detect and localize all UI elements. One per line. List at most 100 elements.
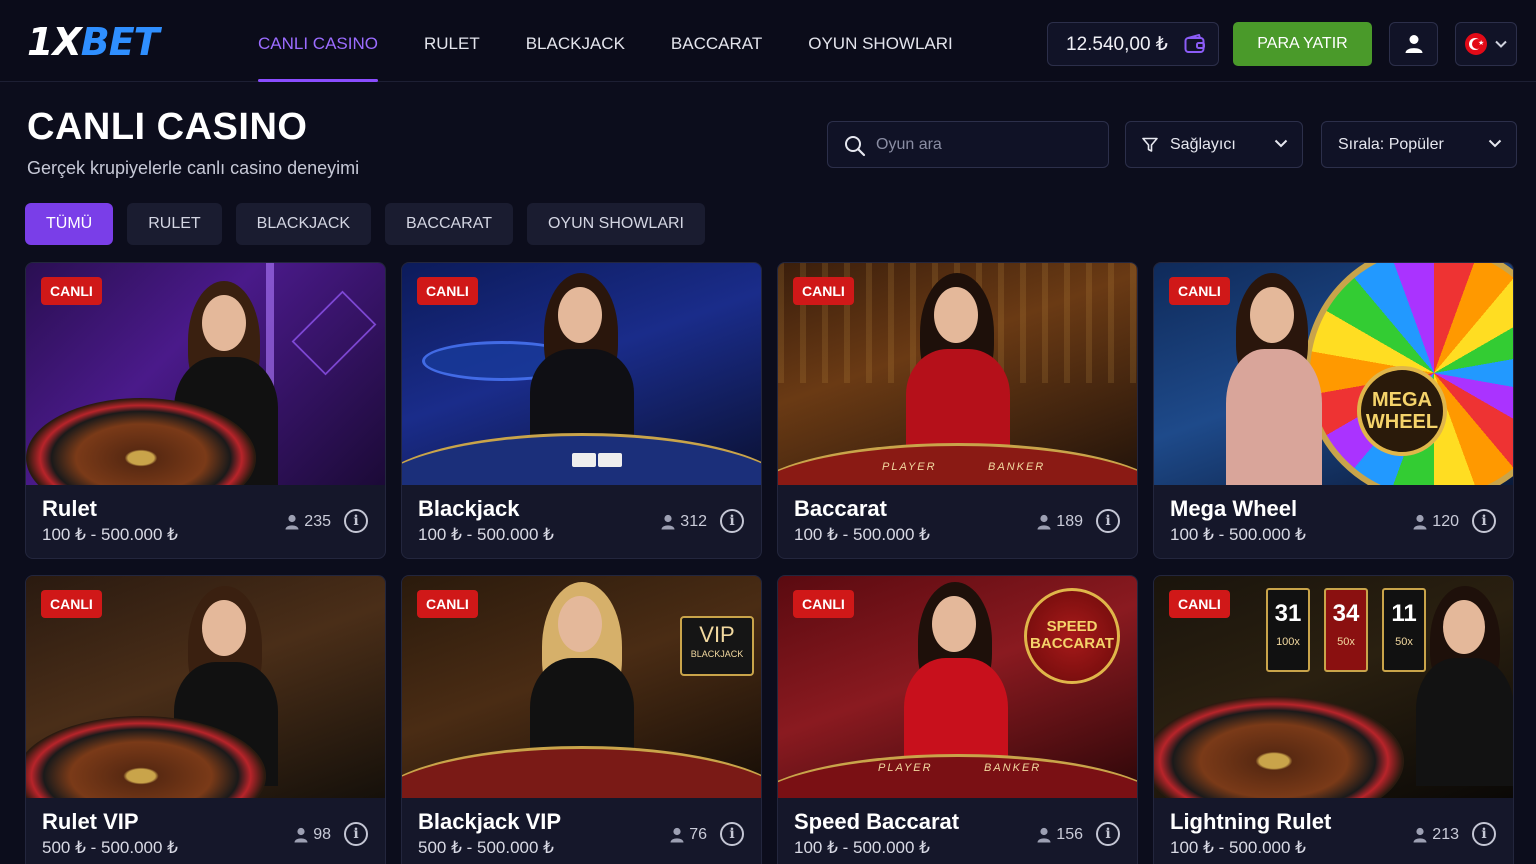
user-icon (1037, 827, 1051, 843)
chip-baccarat[interactable]: BACCARAT (385, 203, 513, 245)
scene-label-player: PLAYER (878, 762, 933, 774)
nav-item-rulet[interactable]: RULET (424, 0, 480, 82)
scene-label-wheel: WHEEL (1365, 411, 1439, 433)
player-count-value: 156 (1056, 826, 1083, 843)
player-count: 213 (1413, 826, 1459, 844)
game-card-rulet[interactable]: CANLI Rulet 100 ₺ - 500.000 ₺ 235 i (25, 262, 386, 559)
user-icon (285, 514, 299, 530)
info-icon[interactable]: i (1096, 509, 1120, 533)
game-title: Blackjack (418, 496, 520, 521)
game-title: Rulet (42, 496, 97, 521)
live-badge: CANLI (41, 277, 102, 305)
info-icon[interactable]: i (720, 509, 744, 533)
bet-range: 100 ₺ - 500.000 ₺ (794, 838, 930, 857)
multiplier-number: 34 (1332, 600, 1360, 627)
bet-range: 100 ₺ - 500.000 ₺ (1170, 525, 1306, 544)
game-title: Mega Wheel (1170, 496, 1298, 521)
nav-item-blackjack[interactable]: BLACKJACK (526, 0, 625, 82)
page-title: CANLI CASINO (27, 106, 308, 148)
bet-range: 100 ₺ - 500.000 ₺ (1170, 838, 1306, 857)
turkey-flag-icon: ★ (1465, 33, 1487, 55)
chevron-down-icon (1488, 139, 1502, 148)
game-card-baccarat[interactable]: PLAYER BANKER CANLI Baccarat 100 ₺ - 500… (777, 262, 1138, 559)
user-icon (670, 827, 684, 843)
info-icon[interactable]: i (720, 822, 744, 846)
game-card-blackjack-vip[interactable]: VIP BLACKJACK CANLI Blackjack VIP 500 ₺ … (401, 575, 762, 864)
player-count-value: 120 (1432, 513, 1459, 530)
user-icon (661, 514, 675, 530)
bet-range: 500 ₺ - 500.000 ₺ (418, 838, 554, 857)
wallet-icon (1184, 34, 1205, 53)
game-title: Baccarat (794, 496, 887, 521)
multiplier-value: 100x (1276, 636, 1300, 648)
user-icon (294, 827, 308, 843)
info-icon[interactable]: i (1472, 822, 1496, 846)
multiplier-number: 31 (1274, 600, 1302, 627)
live-badge: CANLI (1169, 277, 1230, 305)
scene-label-player: PLAYER (882, 461, 937, 473)
player-count: 98 (294, 826, 331, 844)
bet-range: 100 ₺ - 500.000 ₺ (42, 525, 178, 544)
game-title: Rulet VIP (42, 809, 139, 834)
user-account-button[interactable] (1389, 22, 1438, 66)
live-badge: CANLI (417, 590, 478, 618)
page-subtitle: Gerçek krupiyelerle canlı casino deneyim… (27, 158, 360, 178)
info-icon[interactable]: i (344, 822, 368, 846)
player-count: 235 (285, 513, 331, 531)
chevron-down-icon (1274, 139, 1288, 148)
player-count-value: 76 (689, 826, 707, 843)
user-icon (1405, 35, 1422, 53)
provider-filter-dropdown[interactable]: Sağlayıcı (1125, 121, 1303, 168)
top-header: 1XBET CANLI CASINO RULET BLACKJACK BACCA… (0, 0, 1536, 82)
game-card-speed-baccarat[interactable]: SPEED BACCARAT PLAYER BANKER CANLI Speed… (777, 575, 1138, 864)
info-icon[interactable]: i (1096, 822, 1120, 846)
deposit-button[interactable]: PARA YATIR (1233, 22, 1372, 66)
player-count-value: 98 (313, 826, 331, 843)
scene-label-blackjack: BLACKJACK (690, 649, 744, 659)
search-box[interactable] (827, 121, 1109, 168)
player-count: 156 (1037, 826, 1083, 844)
category-chips: TÜMÜ RULET BLACKJACK BACCARAT OYUN SHOWL… (25, 203, 705, 245)
live-badge: CANLI (1169, 590, 1230, 618)
nav-item-canli-casino[interactable]: CANLI CASINO (258, 0, 378, 82)
main-nav: CANLI CASINO RULET BLACKJACK BACCARAT OY… (258, 0, 999, 82)
player-count-value: 312 (680, 513, 707, 530)
nav-item-oyun-showlari[interactable]: OYUN SHOWLARI (808, 0, 953, 82)
game-card-blackjack[interactable]: CANLI Blackjack 100 ₺ - 500.000 ₺ 312 i (401, 262, 762, 559)
chip-blackjack[interactable]: BLACKJACK (235, 203, 372, 245)
live-badge: CANLI (41, 590, 102, 618)
live-badge: CANLI (793, 277, 854, 305)
brand-logo[interactable]: 1XBET (27, 22, 160, 62)
bet-range: 100 ₺ - 500.000 ₺ (794, 525, 930, 544)
filter-icon (1142, 137, 1158, 152)
game-card-rulet-vip[interactable]: CANLI Rulet VIP 500 ₺ - 500.000 ₺ 98 i (25, 575, 386, 864)
game-card-mega-wheel[interactable]: MEGA WHEEL CANLI Mega Wheel 100 ₺ - 500.… (1153, 262, 1514, 559)
bet-range: 100 ₺ - 500.000 ₺ (418, 525, 554, 544)
info-icon[interactable]: i (344, 509, 368, 533)
player-count: 312 (661, 513, 707, 531)
language-selector[interactable]: ★ (1455, 22, 1517, 66)
nav-item-baccarat[interactable]: BACCARAT (671, 0, 762, 82)
chip-oyun-showlari[interactable]: OYUN SHOWLARI (526, 203, 705, 245)
multiplier-value: 50x (1337, 636, 1355, 648)
user-icon (1037, 514, 1051, 530)
info-icon[interactable]: i (1472, 509, 1496, 533)
scene-label-banker: BANKER (988, 461, 1046, 473)
sort-dropdown[interactable]: Sırala: Popüler (1321, 121, 1517, 168)
chip-tumu[interactable]: TÜMÜ (25, 203, 114, 245)
chevron-down-icon (1495, 40, 1507, 48)
game-title: Speed Baccarat (794, 809, 960, 834)
user-icon (1413, 827, 1427, 843)
game-title: Lightning Rulet (1170, 809, 1332, 834)
player-count-value: 235 (304, 513, 331, 530)
chip-rulet[interactable]: RULET (127, 203, 222, 245)
game-card-lightning-rulet[interactable]: 31 100x 34 50x 11 50x CANLI Lightning Ru… (1153, 575, 1514, 864)
user-icon (1413, 514, 1427, 530)
player-count: 76 (670, 826, 707, 844)
player-count: 189 (1037, 513, 1083, 531)
search-input[interactable] (876, 122, 1096, 167)
search-icon (845, 136, 866, 157)
scene-label-vip: VIP (699, 622, 735, 647)
scene-label-baccarat: BACCARAT (1030, 635, 1114, 652)
balance-display[interactable]: 12.540,00 ₺ (1047, 22, 1219, 66)
